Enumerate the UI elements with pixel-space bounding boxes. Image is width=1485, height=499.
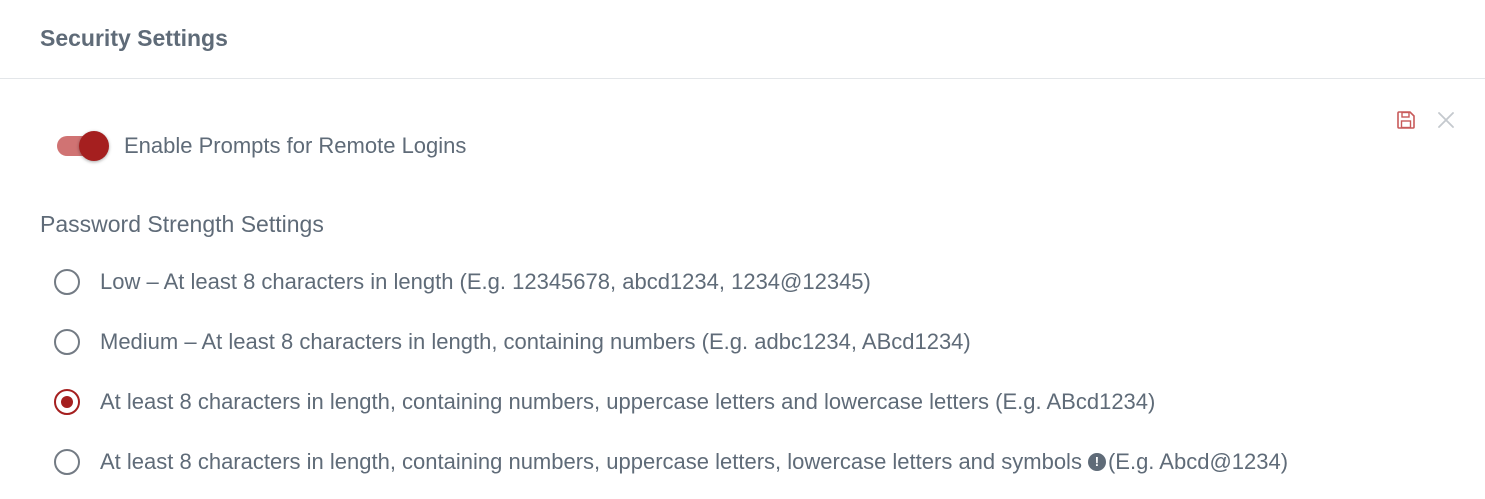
radio-button[interactable] — [54, 269, 80, 295]
option-label: Low – At least 8 characters in length (E… — [100, 269, 871, 294]
option-label: Medium – At least 8 characters in length… — [100, 329, 971, 354]
save-button[interactable] — [1395, 109, 1417, 131]
password-option-low[interactable]: Low – At least 8 characters in length (E… — [54, 252, 1288, 312]
radio-button[interactable] — [54, 329, 80, 355]
option-label: At least 8 characters in length, contain… — [100, 449, 1082, 474]
info-icon[interactable]: ! — [1087, 453, 1106, 471]
option-example: (E.g. Abcd@1234) — [1107, 449, 1289, 474]
radio-button[interactable] — [54, 449, 80, 475]
radio-button-selected[interactable] — [54, 389, 80, 415]
save-icon — [1397, 111, 1415, 129]
remote-login-setting: Enable Prompts for Remote Logins — [57, 129, 466, 163]
settings-panel: Enable Prompts for Remote Logins Passwor… — [0, 79, 1485, 499]
password-option-medium[interactable]: Medium – At least 8 characters in length… — [54, 312, 1288, 372]
close-icon — [1438, 112, 1454, 128]
option-label: At least 8 characters in length, contain… — [100, 389, 1156, 414]
page-title: Security Settings — [40, 25, 228, 51]
close-button[interactable] — [1435, 109, 1457, 131]
toggle-thumb — [79, 131, 109, 161]
password-strength-options: Low – At least 8 characters in length (E… — [54, 252, 1288, 492]
panel-actions — [1395, 109, 1457, 131]
remote-login-label: Enable Prompts for Remote Logins — [124, 133, 467, 158]
password-strength-title: Password Strength Settings — [40, 211, 324, 237]
remote-login-toggle[interactable] — [57, 129, 111, 163]
password-option-very-strong[interactable]: At least 8 characters in length, contain… — [54, 432, 1288, 492]
password-option-strong[interactable]: At least 8 characters in length, contain… — [54, 372, 1288, 432]
option-label-group: At least 8 characters in length, contain… — [100, 449, 1288, 475]
page-header: Security Settings — [0, 0, 1485, 79]
